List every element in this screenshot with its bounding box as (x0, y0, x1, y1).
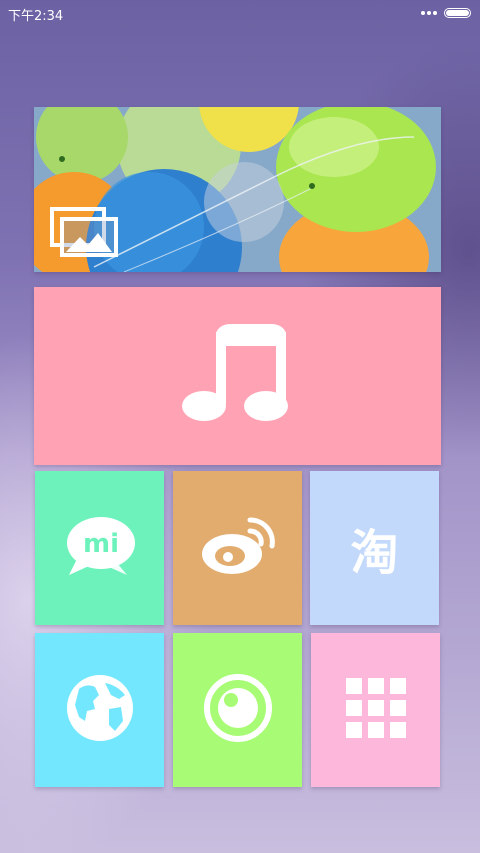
more-dots-icon (421, 9, 439, 17)
weibo-icon (200, 516, 276, 580)
music-note-icon (181, 324, 294, 428)
camera-tile[interactable] (173, 633, 302, 787)
camera-icon (203, 673, 273, 747)
grid-icon (345, 678, 406, 742)
taobao-icon: 淘 (350, 525, 399, 581)
globe-icon (65, 673, 135, 747)
status-time: 下午2:34 (8, 9, 64, 24)
mi-chat-icon: mi (63, 515, 137, 581)
taobao-tile[interactable]: 淘 (310, 471, 439, 625)
all-apps-tile[interactable] (311, 633, 440, 787)
browser-tile[interactable] (35, 633, 164, 787)
music-tile[interactable] (34, 287, 441, 465)
mi-chat-label: mi (82, 529, 118, 559)
photo-tile[interactable] (34, 107, 441, 272)
mi-talk-tile[interactable]: mi (35, 471, 164, 625)
weibo-tile[interactable] (173, 471, 302, 625)
battery-icon (444, 8, 471, 18)
status-bar: 下午2:34 (0, 0, 480, 28)
